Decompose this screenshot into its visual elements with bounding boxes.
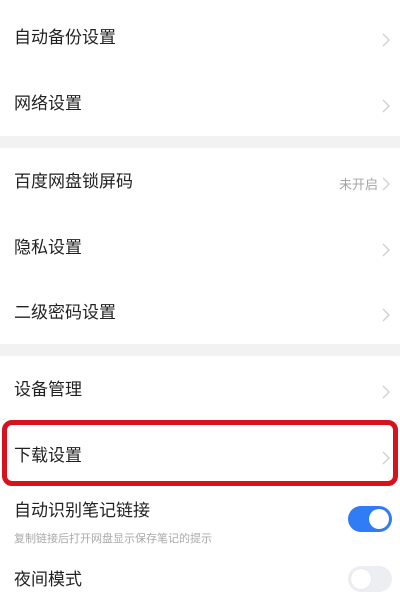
settings-row-auto-detect-note-links: 自动识别笔记链接 复制链接后打开网盘显示保存笔记的提示 (0, 488, 400, 552)
settings-row-label: 百度网盘锁屏码 (14, 172, 133, 192)
screen-lock-status: 未开启 (338, 178, 378, 193)
settings-row-secondary-password[interactable]: 二级密码设置 (0, 280, 400, 344)
settings-group-security: 百度网盘锁屏码 未开启 隐私设置 二级密码设置 (0, 148, 400, 344)
settings-row-label: 二级密码设置 (14, 303, 116, 323)
night-mode-toggle[interactable] (348, 566, 392, 592)
toggle-knob (351, 569, 371, 589)
settings-row-label: 设备管理 (14, 380, 82, 400)
settings-row-label: 隐私设置 (14, 238, 82, 258)
settings-row-device-management[interactable]: 设备管理 (0, 356, 400, 422)
auto-detect-note-links-toggle[interactable] (348, 506, 392, 532)
settings-row-download[interactable]: 下载设置 (0, 422, 400, 488)
settings-row-label: 下载设置 (14, 446, 82, 466)
settings-row-network[interactable]: 网络设置 (0, 70, 400, 136)
settings-group-device-download: 设备管理 下载设置 自动识别笔记链接 复制链接后打开网盘显示保存笔记的提示 夜间… (0, 356, 400, 608)
settings-group-backup-network: 自动备份设置 网络设置 (0, 0, 400, 136)
chevron-right-icon (382, 99, 390, 113)
settings-row-label: 夜间模式 (14, 570, 82, 590)
chevron-right-icon (382, 308, 390, 322)
settings-row-hint: 复制链接后打开网盘显示保存笔记的提示 (14, 532, 212, 545)
settings-page: 自动备份设置 网络设置 百度网盘锁屏码 未开启 隐私设置 二级密码设置 设备管理… (0, 0, 400, 608)
settings-row-label: 自动识别笔记链接 (14, 501, 150, 521)
toggle-knob (369, 509, 389, 529)
settings-row-label: 网络设置 (14, 94, 82, 114)
settings-row-label: 自动备份设置 (14, 28, 116, 48)
settings-row-privacy[interactable]: 隐私设置 (0, 214, 400, 280)
settings-row-night-mode: 夜间模式 (0, 552, 400, 608)
chevron-right-icon (382, 385, 390, 399)
settings-row-screen-lock[interactable]: 百度网盘锁屏码 未开启 (0, 148, 400, 214)
chevron-right-icon (382, 33, 390, 47)
settings-row-auto-backup[interactable]: 自动备份设置 (0, 0, 400, 70)
chevron-right-icon (382, 451, 390, 465)
chevron-right-icon (382, 177, 390, 191)
chevron-right-icon (382, 243, 390, 257)
